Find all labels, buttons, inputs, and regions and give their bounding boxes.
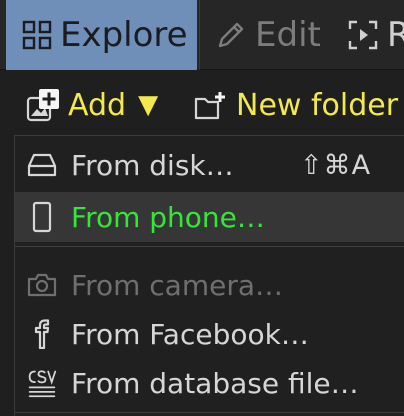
menu-item-label: From camera… bbox=[71, 268, 283, 302]
add-button-label: Add bbox=[68, 87, 127, 123]
tab-edit[interactable]: Edit bbox=[216, 0, 336, 70]
tab-divider bbox=[199, 0, 200, 70]
grid-icon bbox=[22, 20, 52, 50]
menu-item-label: From disk… bbox=[71, 148, 234, 182]
menu-item-label: From phone… bbox=[71, 200, 265, 234]
tab-review-label: R bbox=[387, 15, 404, 55]
add-button[interactable]: Add ▼ bbox=[26, 85, 158, 125]
toolbar: Add ▼ New folder bbox=[0, 71, 404, 135]
add-dropdown-caret: ▼ bbox=[138, 90, 159, 120]
facebook-icon bbox=[27, 319, 57, 349]
keyboard-shortcut: ⇧⌘A bbox=[300, 149, 372, 181]
add-dropdown-menu: From disk… ⇧⌘A From phone… From camera… … bbox=[14, 135, 404, 416]
menu-divider bbox=[15, 246, 404, 247]
menu-bottom-divider bbox=[15, 412, 404, 413]
phone-icon bbox=[27, 201, 57, 233]
tab-explore-label: Explore bbox=[60, 15, 188, 55]
tab-bar: Explore Edit R bbox=[0, 0, 404, 70]
camera-icon bbox=[27, 270, 57, 300]
new-folder-icon bbox=[194, 90, 228, 120]
menu-item-from-disk[interactable]: From disk… ⇧⌘A bbox=[15, 140, 404, 190]
drive-icon bbox=[27, 150, 57, 180]
tab-explore[interactable]: Explore bbox=[6, 0, 197, 70]
menu-item-label: From database file… bbox=[71, 366, 359, 400]
tab-edit-label: Edit bbox=[255, 15, 321, 55]
menu-item-from-database-file[interactable]: From database file… bbox=[15, 358, 404, 408]
csv-icon bbox=[27, 368, 57, 398]
tab-review[interactable]: R bbox=[348, 0, 404, 70]
new-folder-label: New folder bbox=[236, 87, 399, 123]
menu-item-label: From Facebook… bbox=[71, 317, 309, 351]
review-icon bbox=[348, 20, 378, 50]
add-photo-icon bbox=[26, 88, 60, 122]
menu-item-from-facebook[interactable]: From Facebook… bbox=[15, 309, 404, 359]
menu-item-from-camera: From camera… bbox=[15, 260, 404, 310]
pencil-icon bbox=[216, 20, 246, 50]
new-folder-button[interactable]: New folder bbox=[194, 85, 398, 125]
menu-item-from-phone[interactable]: From phone… bbox=[15, 192, 404, 242]
